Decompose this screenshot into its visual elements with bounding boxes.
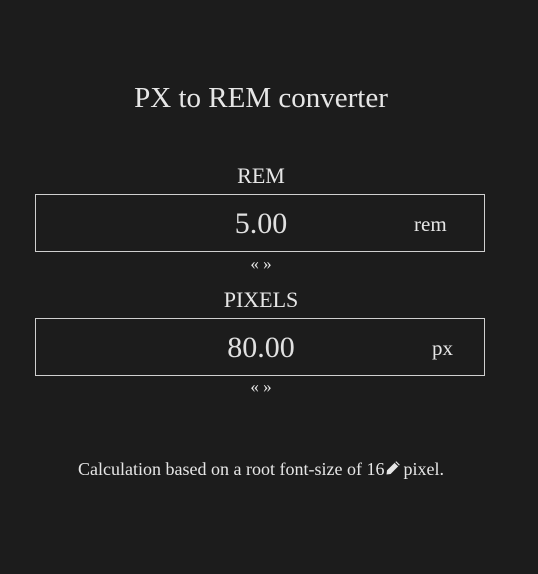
- pixels-unit: px: [432, 336, 453, 360]
- swap-button[interactable]: « »: [0, 254, 522, 274]
- rem-unit: rem: [414, 212, 447, 236]
- rem-input-box[interactable]: 5.00 rem: [35, 194, 485, 252]
- root-size-prefix: Calculation based on a root font-size of: [78, 459, 362, 479]
- pixels-label: PIXELS: [223, 287, 299, 312]
- root-size-suffix: pixel.: [403, 459, 444, 479]
- page-title: PX to REM converter: [134, 82, 388, 114]
- pencil-icon[interactable]: [385, 458, 401, 482]
- rem-label: REM: [237, 163, 285, 188]
- pixels-input[interactable]: 80.00: [36, 319, 486, 377]
- swap-button-secondary[interactable]: « »: [0, 377, 522, 397]
- root-size-value: 16: [366, 459, 385, 479]
- pixels-input-box[interactable]: 80.00 px: [35, 318, 485, 376]
- root-size-note: Calculation based on a root font-size of…: [0, 457, 522, 482]
